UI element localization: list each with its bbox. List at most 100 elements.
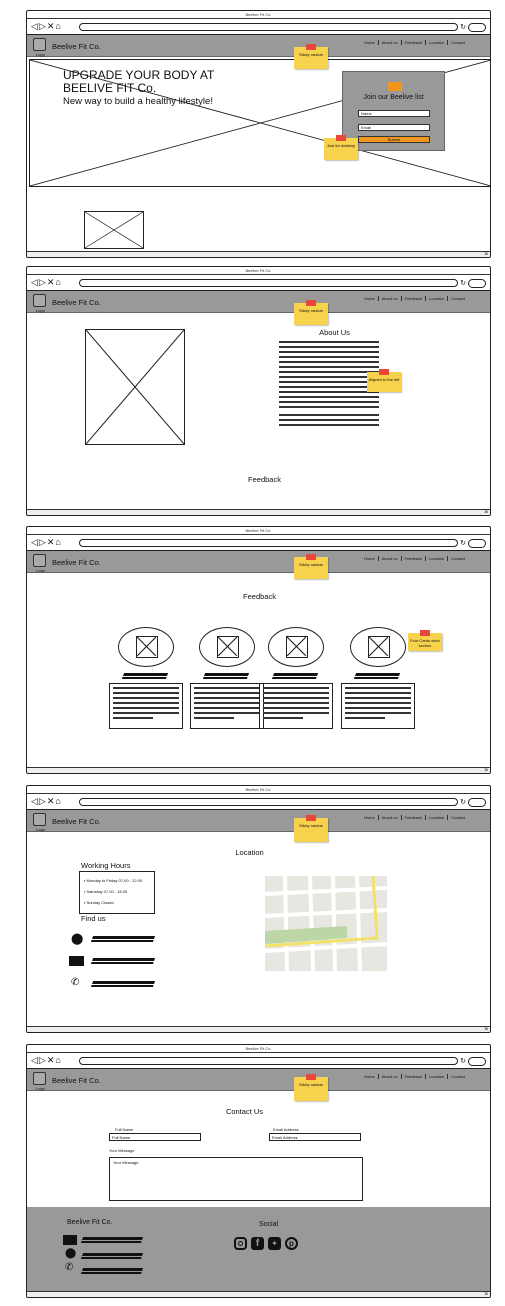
- mail-icon: [388, 82, 402, 91]
- reload-icon[interactable]: ↻: [460, 279, 466, 287]
- nav-contact[interactable]: Contact: [451, 815, 468, 820]
- email-input[interactable]: Email Address: [269, 1133, 361, 1141]
- reviewer-name: [202, 673, 250, 679]
- nav-buttons-icon[interactable]: ◁▷✕⌂: [31, 277, 62, 288]
- logo[interactable]: [33, 294, 46, 307]
- instagram-icon[interactable]: [234, 1237, 247, 1250]
- email-input[interactable]: Email: [358, 124, 430, 131]
- scrollbar[interactable]: ⇲: [27, 1026, 490, 1032]
- name-input[interactable]: Name: [358, 110, 430, 117]
- message-textarea[interactable]: Your Message: [109, 1157, 363, 1201]
- facebook-icon[interactable]: f: [251, 1237, 264, 1250]
- menu-button[interactable]: [468, 1057, 486, 1066]
- tape: [305, 815, 317, 821]
- reload-icon[interactable]: ↻: [460, 1057, 466, 1065]
- nav-buttons-icon[interactable]: ◁▷✕⌂: [31, 537, 62, 548]
- logo[interactable]: [33, 554, 46, 567]
- twitter-icon[interactable]: ✦: [268, 1237, 281, 1250]
- brand-name[interactable]: Beelive Fit Co.: [52, 817, 101, 826]
- logo[interactable]: [33, 1072, 46, 1085]
- scrollbar[interactable]: ⇲: [27, 251, 490, 257]
- signup-title: Join our Beelive list: [363, 94, 424, 101]
- window-title: Beelive Fit Co.: [27, 527, 490, 535]
- nav-contact[interactable]: Contact: [451, 296, 468, 301]
- hero-title: UPGRADE YOUR BODY AT BEELIVE FIT Co. New…: [63, 69, 214, 108]
- logo-label: Logo: [36, 1086, 45, 1091]
- nav-about[interactable]: About us: [382, 296, 402, 301]
- nav-contact[interactable]: Contact: [451, 40, 468, 45]
- logo[interactable]: [33, 38, 46, 51]
- nav-location[interactable]: Location: [429, 815, 449, 820]
- nav-feedback[interactable]: Feedback: [405, 1074, 427, 1079]
- reviewer-name: [271, 673, 319, 679]
- footer-address-text: [80, 1253, 144, 1259]
- menu-button[interactable]: [468, 279, 486, 288]
- nav-feedback[interactable]: Feedback: [405, 40, 427, 45]
- brand-name[interactable]: Beelive Fit Co.: [52, 1076, 101, 1085]
- reload-icon[interactable]: ↻: [460, 23, 466, 31]
- logo-label: Logo: [36, 308, 45, 313]
- wireframe-about: Beelive Fit Co. ◁▷✕⌂ ↻ Logo Beelive Fit …: [26, 266, 491, 516]
- resize-grip-icon[interactable]: ⇲: [484, 509, 488, 515]
- nav-feedback[interactable]: Feedback: [405, 815, 427, 820]
- avatar: [268, 627, 324, 667]
- nav-about[interactable]: About us: [382, 1074, 402, 1079]
- submit-button[interactable]: Submit: [358, 136, 430, 143]
- nav-location[interactable]: Location: [429, 296, 449, 301]
- find-us-title: Find us: [81, 914, 106, 923]
- reload-icon[interactable]: ↻: [460, 798, 466, 806]
- nav-home[interactable]: Home: [364, 40, 379, 45]
- nav-feedback[interactable]: Feedback: [405, 556, 427, 561]
- menu-button[interactable]: [468, 23, 486, 32]
- review-box: [190, 683, 264, 729]
- nav-buttons-icon[interactable]: ◁▷✕⌂: [31, 1055, 62, 1066]
- reviewer-name: [353, 673, 401, 679]
- site-header: Logo Beelive Fit Co. Home About us Feedb…: [27, 1069, 490, 1091]
- resize-grip-icon[interactable]: ⇲: [484, 767, 488, 773]
- reviewer-name: [121, 673, 169, 679]
- tape: [305, 300, 317, 306]
- logo[interactable]: [33, 813, 46, 826]
- nav-home[interactable]: Home: [364, 815, 379, 820]
- nav-about[interactable]: About us: [382, 815, 402, 820]
- nav-home[interactable]: Home: [364, 296, 379, 301]
- nav-location[interactable]: Location: [429, 40, 449, 45]
- resize-grip-icon[interactable]: ⇲: [484, 251, 488, 257]
- nav-buttons-icon[interactable]: ◁▷✕⌂: [31, 796, 62, 807]
- map[interactable]: [265, 876, 387, 971]
- address-bar[interactable]: [79, 1057, 458, 1065]
- nav-contact[interactable]: Contact: [451, 556, 468, 561]
- nav-buttons-icon[interactable]: ◁▷✕⌂: [31, 21, 62, 32]
- pinterest-icon[interactable]: p: [285, 1237, 298, 1250]
- address-bar[interactable]: [79, 798, 458, 806]
- resize-grip-icon[interactable]: ⇲: [484, 1291, 488, 1297]
- resize-grip-icon[interactable]: ⇲: [484, 1026, 488, 1032]
- address-bar[interactable]: [79, 23, 458, 31]
- feedback-card: [341, 627, 415, 735]
- full-name-input[interactable]: Full Name: [109, 1133, 201, 1141]
- scrollbar[interactable]: ⇲: [27, 767, 490, 773]
- nav-about[interactable]: About us: [382, 40, 402, 45]
- nav-location[interactable]: Location: [429, 1074, 449, 1079]
- brand-name[interactable]: Beelive Fit Co.: [52, 558, 101, 567]
- sticky-note-navbar: Sticky navbar: [294, 44, 328, 69]
- nav-feedback[interactable]: Feedback: [405, 296, 427, 301]
- window-title: Beelive Fit Co.: [27, 267, 490, 275]
- nav-home[interactable]: Home: [364, 556, 379, 561]
- scrollbar[interactable]: ⇲: [27, 509, 490, 515]
- avatar: [118, 627, 174, 667]
- menu-button[interactable]: [468, 798, 486, 807]
- reload-icon[interactable]: ↻: [460, 539, 466, 547]
- brand-name[interactable]: Beelive Fit Co.: [52, 298, 101, 307]
- brand-name[interactable]: Beelive Fit Co.: [52, 42, 101, 51]
- scrollbar[interactable]: ⇲: [27, 1291, 490, 1297]
- nav-location[interactable]: Location: [429, 556, 449, 561]
- location-pin-icon: ⬤: [71, 933, 84, 945]
- footer-brand: Beelive Fit Co.: [67, 1219, 113, 1226]
- address-bar[interactable]: [79, 539, 458, 547]
- address-bar[interactable]: [79, 279, 458, 287]
- nav-about[interactable]: About us: [382, 556, 402, 561]
- nav-contact[interactable]: Contact: [451, 1074, 468, 1079]
- nav-home[interactable]: Home: [364, 1074, 379, 1079]
- menu-button[interactable]: [468, 539, 486, 548]
